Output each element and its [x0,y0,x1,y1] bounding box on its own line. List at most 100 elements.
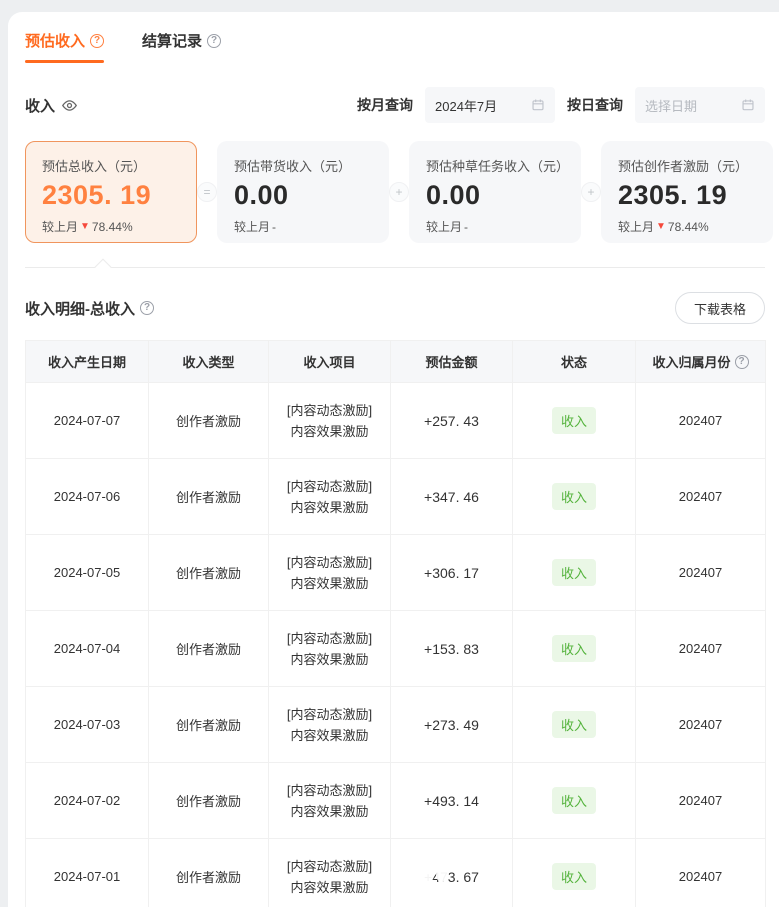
cell-status: 收入 [513,687,636,763]
cell-month: 202407 [636,839,766,907]
cell-date: 2024-07-01 [26,839,149,907]
cell-type: 创作者激励 [149,459,269,535]
cell-type: 创作者激励 [149,687,269,763]
cell-status: 收入 [513,839,636,907]
help-icon[interactable] [207,34,221,48]
month-query-label: 按月查询 [357,95,413,115]
help-icon[interactable] [140,301,154,315]
card-label: 预估创作者激励（元） [618,156,756,175]
cell-type: 创作者激励 [149,535,269,611]
cell-status: 收入 [513,459,636,535]
income-detail-table: 收入产生日期 收入类型 收入项目 预估金额 状态 收入归属月份 2024-07-… [25,340,766,907]
status-badge: 收入 [552,559,596,586]
table-header-row: 收入产生日期 收入类型 收入项目 预估金额 状态 收入归属月份 [26,341,766,383]
table-row: 2024-07-06 创作者激励 [内容动态激励]内容效果激励 +347. 46… [26,459,766,535]
cell-type: 创作者激励 [149,763,269,839]
download-table-button[interactable]: 下载表格 [675,292,765,324]
detail-title-text: 收入明细-总收入 [25,298,135,319]
cell-status: 收入 [513,763,636,839]
card-label: 预估种草任务收入（元） [426,156,564,175]
cell-status: 收入 [513,611,636,687]
status-badge: 收入 [552,787,596,814]
cell-amount: +153. 83 [391,611,513,687]
cell-amount: +257. 43 [391,383,513,459]
card-value: 2305. 19 [42,180,180,211]
cell-date: 2024-07-03 [26,687,149,763]
status-badge: 收入 [552,863,596,890]
cell-date: 2024-07-04 [26,611,149,687]
col-header-type: 收入类型 [149,341,269,383]
cell-date: 2024-07-05 [26,535,149,611]
day-query-label: 按日查询 [567,95,623,115]
help-icon[interactable] [90,34,104,48]
cell-amount: +493. 14 [391,763,513,839]
section-divider [25,267,765,268]
table-row: 2024-07-05 创作者激励 [内容动态激励]内容效果激励 +306. 17… [26,535,766,611]
cell-month: 202407 [636,459,766,535]
col-header-amount: 预估金额 [391,341,513,383]
card-compare: 较上月 - [426,218,564,235]
cell-amount: +347. 46 [391,459,513,535]
card-value: 2305. 19 [618,180,756,211]
col-header-month: 收入归属月份 [636,341,766,383]
detail-section-title: 收入明细-总收入 [25,298,154,319]
plus-icon: + [389,182,409,202]
active-tab-underline [25,60,104,63]
cell-project: [内容动态激励]内容效果激励 [269,687,391,763]
calendar-icon [531,98,545,112]
tab-settlement-records-label: 结算记录 [142,30,202,51]
status-badge: 收入 [552,635,596,662]
cell-date: 2024-07-07 [26,383,149,459]
table-row: 2024-07-03 创作者激励 [内容动态激励]内容效果激励 +273. 49… [26,687,766,763]
card-goods-income[interactable]: 预估带货收入（元） 0.00 较上月 - [217,141,389,243]
month-picker-input[interactable]: 2024年7月 [425,87,555,123]
cell-project: [内容动态激励]内容效果激励 [269,535,391,611]
cell-project: [内容动态激励]内容效果激励 [269,763,391,839]
col-header-project: 收入项目 [269,341,391,383]
earnings-panel: 预估收入 结算记录 收入 按月查询 2024年7月 [8,12,779,907]
status-badge: 收入 [552,407,596,434]
cell-type: 创作者激励 [149,611,269,687]
card-value: 0.00 [234,180,372,211]
card-total-income[interactable]: 预估总收入（元） 2305. 19 较上月 78.44% [25,141,197,243]
table-row: 2024-07-07 创作者激励 [内容动态激励]内容效果激励 +257. 43… [26,383,766,459]
cell-type: 创作者激励 [149,383,269,459]
cell-project: [内容动态激励]内容效果激励 [269,459,391,535]
summary-cards: 预估总收入（元） 2305. 19 较上月 78.44% = 预估带货收入（元）… [25,141,765,243]
cell-month: 202407 [636,687,766,763]
card-seeding-task-income[interactable]: 预估种草任务收入（元） 0.00 较上月 - [409,141,581,243]
tab-estimated-income[interactable]: 预估收入 [25,30,104,63]
cell-project: [内容动态激励]内容效果激励 [269,611,391,687]
eye-icon[interactable] [61,97,78,114]
income-title-text: 收入 [25,95,55,116]
equals-icon: = [197,182,217,202]
card-label: 预估总收入（元） [42,156,180,175]
cell-status: 收入 [513,383,636,459]
table-row: 2024-07-02 创作者激励 [内容动态激励]内容效果激励 +493. 14… [26,763,766,839]
card-compare: 较上月 78.44% [618,218,756,235]
top-tabs: 预估收入 结算记录 [25,30,765,63]
cell-project: [内容动态激励]内容效果激励 [269,839,391,907]
day-picker-placeholder: 选择日期 [645,96,697,115]
help-icon[interactable] [735,355,749,369]
income-section-title: 收入 [25,95,78,116]
date-filters: 按月查询 2024年7月 按日查询 选择日期 [357,87,765,123]
cell-month: 202407 [636,535,766,611]
calendar-icon [741,98,755,112]
day-picker-input[interactable]: 选择日期 [635,87,765,123]
card-label: 预估带货收入（元） [234,156,372,175]
watermark-dots [376,869,449,882]
cell-date: 2024-07-02 [26,763,149,839]
cell-month: 202407 [636,611,766,687]
cell-status: 收入 [513,535,636,611]
tab-settlement-records[interactable]: 结算记录 [142,30,221,63]
tab-estimated-income-label: 预估收入 [25,30,85,51]
card-creator-incentive[interactable]: 预估创作者激励（元） 2305. 19 较上月 78.44% [601,141,773,243]
cell-project: [内容动态激励]内容效果激励 [269,383,391,459]
cell-month: 202407 [636,383,766,459]
card-value: 0.00 [426,180,564,211]
cell-month: 202407 [636,763,766,839]
col-header-status: 状态 [513,341,636,383]
trend-down-icon [656,222,666,232]
table-row: 2024-07-04 创作者激励 [内容动态激励]内容效果激励 +153. 83… [26,611,766,687]
